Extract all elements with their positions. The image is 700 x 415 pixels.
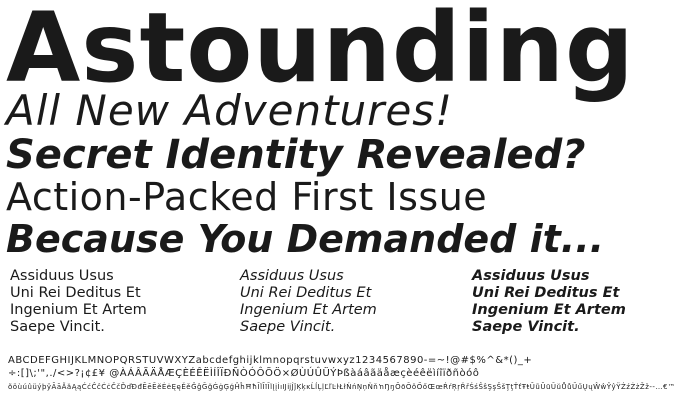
paragraph-line: Saepe Vincit. — [240, 319, 336, 335]
paragraph-regular: Assiduus Usus Uni Rei Deditus Et Ingeniu… — [10, 268, 147, 336]
paragraph-line: Uni Rei Deditus Et — [240, 285, 372, 301]
paragraph-italic: Assiduus Usus Uni Rei Deditus Et Ingeniu… — [240, 268, 377, 336]
glyph-row-2: ÷:[]\;'",./<>?¡¢£¥ @ÀÁÂÃÄÅÆÇÈÉÊËÌÍÎÏÐÑÒÓ… — [8, 368, 480, 379]
paragraph-line: Uni Rei Deditus Et — [472, 285, 620, 301]
specimen-headline: Astounding — [6, 0, 635, 104]
paragraph-line: Assiduus Usus — [240, 268, 344, 284]
specimen-line-4: Because You Demanded it... — [6, 217, 605, 261]
paragraph-line: Ingenium Et Artem — [10, 302, 147, 318]
specimen-line-2: Secret Identity Revealed? — [6, 132, 586, 178]
specimen-line-1: All New Adventures! — [6, 86, 453, 135]
paragraph-line: Assiduus Usus — [10, 268, 114, 284]
paragraph-line: Assiduus Usus — [472, 268, 590, 284]
paragraph-line: Ingenium Et Artem — [240, 302, 377, 318]
glyph-row-1: ABCDEFGHIJKLMNOPQRSTUVWXYZabcdefghijklmn… — [8, 355, 533, 366]
paragraph-line: Ingenium Et Artem — [472, 302, 626, 318]
paragraph-bold-italic: Assiduus Usus Uni Rei Deditus Et Ingeniu… — [472, 268, 626, 336]
paragraph-line: Uni Rei Deditus Et — [10, 285, 141, 301]
glyph-row-3: õöùúûüýþÿĀāĂăĄąĆćĈĉĊċČčĎďĐđĒēĔĕĖėĘęĚěĜĝĞ… — [8, 383, 676, 391]
specimen-line-3: Action-Packed First Issue — [6, 175, 488, 219]
paragraph-line: Saepe Vincit. — [10, 319, 105, 335]
paragraph-line: Saepe Vincit. — [472, 319, 580, 335]
